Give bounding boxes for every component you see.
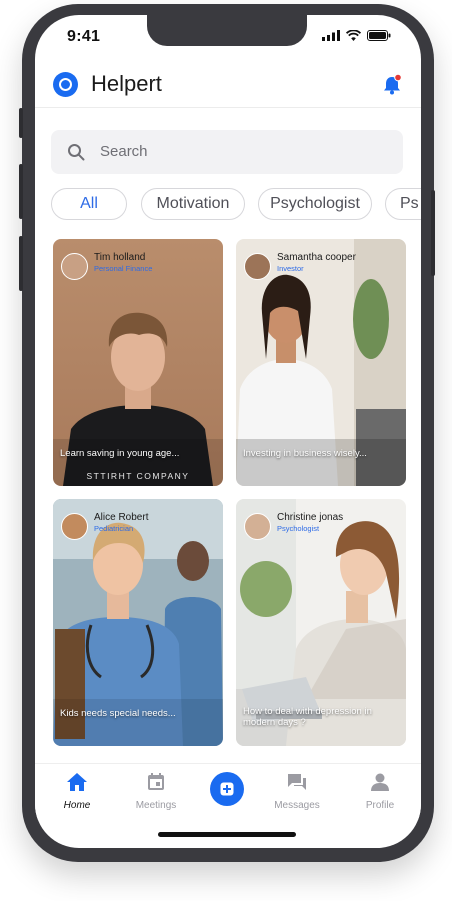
status-icons	[322, 30, 391, 41]
tab-profile[interactable]: Profile	[342, 772, 418, 811]
author-name: Tim holland	[94, 252, 146, 263]
app-logo	[53, 72, 78, 97]
tab-label: Meetings	[135, 800, 177, 811]
author-specialty: Personal Finance	[94, 264, 153, 273]
author-specialty: Pediatrician	[94, 524, 134, 533]
home-icon	[67, 773, 87, 791]
author-avatar	[244, 513, 271, 540]
card-caption: Kids needs special needs...	[60, 708, 176, 719]
home-indicator	[158, 832, 296, 837]
status-time: 9:41	[67, 28, 101, 45]
mute-switch	[19, 108, 23, 138]
filter-chip-motivation[interactable]: Motivation	[141, 188, 245, 220]
notification-bell-icon[interactable]	[381, 74, 403, 96]
expert-card[interactable]: STTIRHT COMPANY Tim holland Personal Fin…	[53, 239, 223, 486]
author-specialty: Psychologist	[277, 524, 320, 533]
filter-chip-partial[interactable]: Ps	[385, 188, 421, 220]
author-name: Christine jonas	[277, 512, 344, 523]
signal-icon	[322, 30, 340, 41]
wifi-icon	[346, 30, 361, 41]
volume-down-button	[19, 236, 23, 291]
power-button	[431, 190, 435, 276]
user-icon	[371, 773, 389, 791]
tab-label: Messages	[274, 800, 320, 811]
notch	[147, 15, 307, 46]
search-input[interactable]: Search	[51, 130, 403, 174]
notification-dot	[394, 74, 402, 82]
tab-label: Home	[63, 800, 91, 811]
filter-chips: All Motivation Psychologist Ps	[51, 188, 421, 222]
phone-screen: 9:41 Helpert Search All Motivation Psych…	[35, 15, 421, 848]
expert-card[interactable]: Alice Robert Pediatrician Kids needs spe…	[53, 499, 223, 746]
search-icon	[68, 144, 85, 161]
tab-label: Profile	[365, 800, 395, 811]
search-placeholder: Search	[100, 143, 148, 160]
tab-home[interactable]: Home	[39, 772, 115, 811]
add-button[interactable]	[210, 772, 244, 806]
author-avatar	[61, 253, 88, 280]
author-name: Alice Robert	[94, 512, 149, 523]
card-caption: How to deal with depression in modern da…	[243, 706, 372, 728]
author-name: Samantha cooper	[277, 252, 356, 263]
expert-card[interactable]: Samantha cooper Investor Investing in bu…	[236, 239, 406, 486]
tab-messages[interactable]: Messages	[259, 772, 335, 811]
calendar-icon	[148, 773, 164, 790]
card-caption: Learn saving in young age...	[60, 448, 180, 459]
tab-meetings[interactable]: Meetings	[118, 772, 194, 811]
author-avatar	[61, 513, 88, 540]
shirt-print-text: STTIRHT COMPANY	[86, 471, 190, 481]
author-specialty: Investor	[277, 264, 304, 273]
app-header: Helpert	[35, 65, 421, 108]
volume-up-button	[19, 164, 23, 219]
expert-card[interactable]: Christine jonas Psychologist How to deal…	[236, 499, 406, 746]
author-avatar	[244, 253, 271, 280]
bottom-tab-bar: Home Meetings Messages Profile	[35, 763, 421, 820]
filter-chip-all[interactable]: All	[51, 188, 127, 220]
card-caption: Investing in business wisely...	[243, 448, 367, 459]
battery-icon	[367, 30, 391, 41]
add-icon	[220, 782, 234, 796]
filter-chip-psychologist[interactable]: Psychologist	[258, 188, 372, 220]
app-title: Helpert	[91, 71, 162, 96]
chat-icon	[288, 774, 306, 790]
